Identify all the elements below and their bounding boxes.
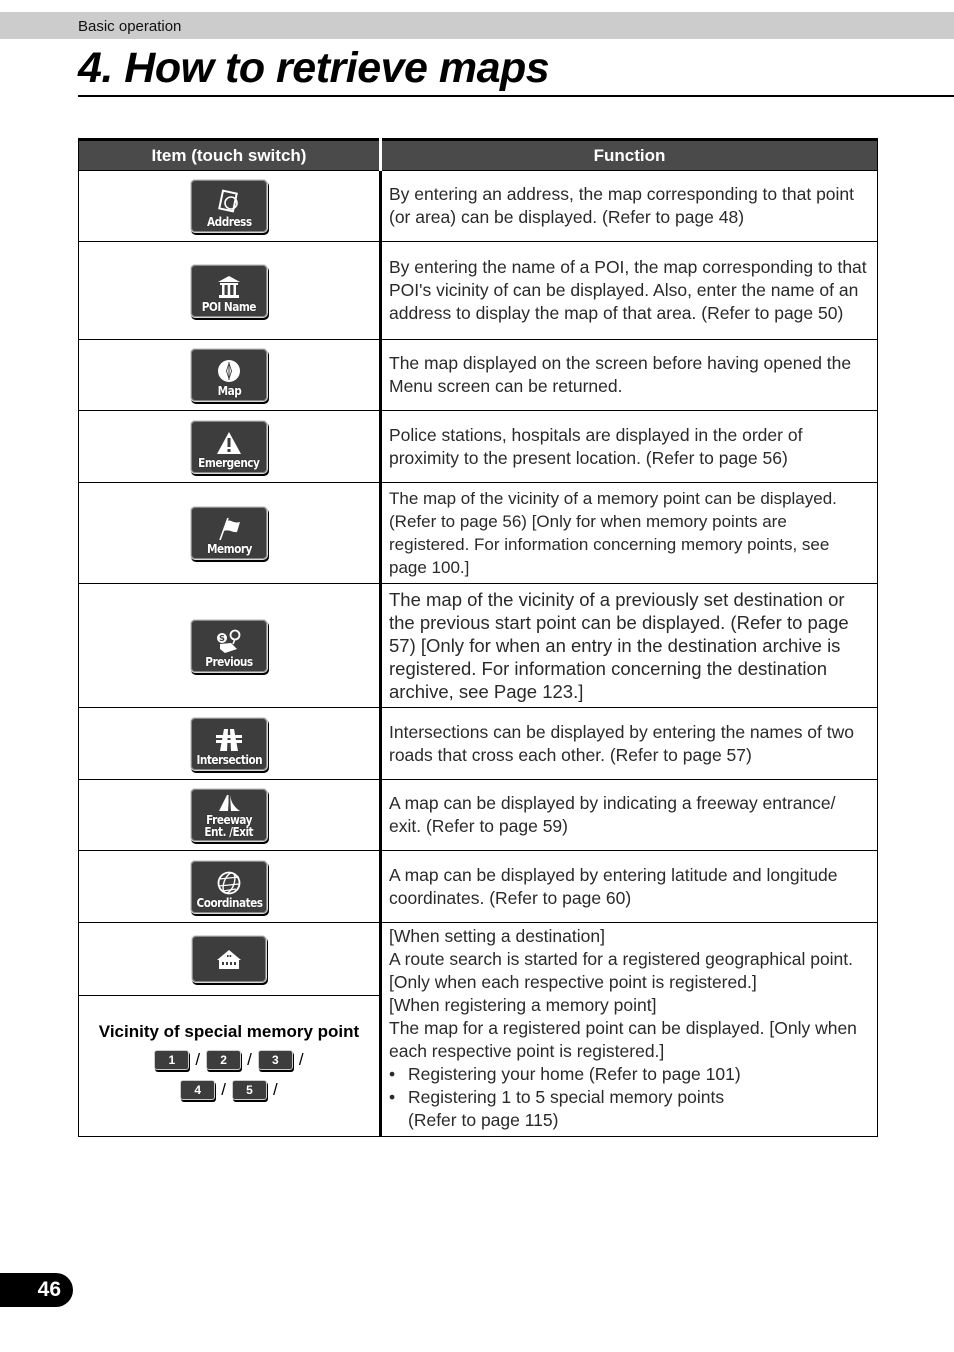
separator: /	[273, 1080, 278, 1099]
flag-icon	[216, 516, 242, 542]
bullet-marker: •	[389, 1087, 396, 1107]
bullet-text: Registering your home (Refer to page 101…	[408, 1064, 741, 1084]
memory-point-5-button[interactable]: 5	[232, 1080, 267, 1100]
table-row: Address By entering an address, the map …	[78, 170, 878, 242]
address-book-icon	[216, 189, 242, 215]
table-row: Intersection Intersections can be displa…	[78, 707, 878, 780]
home-button[interactable]	[191, 935, 267, 983]
compass-icon	[216, 358, 242, 384]
title-rule	[78, 95, 954, 97]
emergency-button-label: Emergency	[198, 455, 260, 470]
column-header-function: Function	[380, 138, 878, 171]
memory-point-3-button[interactable]: 3	[257, 1050, 293, 1070]
function-line: [When setting a destination]	[389, 926, 605, 946]
vicinity-title: Vicinity of special memory point	[98, 1022, 360, 1041]
table-row: [When setting a destination] A route sea…	[78, 921, 878, 1137]
coordinates-button-label: Coordinates	[195, 895, 263, 910]
intersection-icon	[214, 727, 244, 753]
table-row: POI Name By entering the name of a POI, …	[78, 241, 878, 340]
function-description: Police stations, hospitals are displayed…	[380, 410, 878, 483]
function-line: The map for a registered point can be di…	[389, 1018, 857, 1061]
table-row: Emergency Police stations, hospitals are…	[78, 410, 878, 483]
column-header-item: Item (touch switch)	[78, 138, 382, 171]
table-row: Memory The map of the vicinity of a memo…	[78, 482, 878, 584]
function-description: Intersections can be displayed by enteri…	[380, 707, 878, 780]
poi-name-button[interactable]: POI Name	[190, 263, 268, 318]
memory-button-label: Memory	[206, 542, 252, 556]
poi-building-icon	[216, 274, 242, 300]
address-button[interactable]: Address	[190, 179, 268, 233]
table-row: Coordinates A map can be displayed by en…	[78, 850, 878, 923]
function-description: By entering an address, the map correspo…	[380, 170, 878, 242]
bullet-marker: •	[389, 1064, 396, 1084]
separator: /	[221, 1080, 226, 1099]
previous-button-label: Previous	[205, 654, 253, 669]
map-button[interactable]: Map	[190, 348, 268, 402]
warning-icon	[216, 430, 242, 456]
svg-text:S: S	[219, 634, 225, 643]
function-description: The map of the vicinity of a previously …	[380, 583, 878, 708]
previous-destination-icon: S	[215, 629, 243, 655]
function-description: A map can be displayed by entering latit…	[380, 850, 878, 923]
retrieve-maps-table: Item (touch switch) Function Address By …	[78, 138, 878, 1137]
intersection-button-label: Intersection	[196, 752, 262, 767]
memory-button[interactable]: Memory	[190, 506, 268, 560]
section-label: Basic operation	[78, 18, 182, 35]
separator: /	[195, 1050, 201, 1069]
separator: /	[298, 1050, 304, 1069]
memory-point-4-button[interactable]: 4	[180, 1080, 216, 1100]
function-description: The map displayed on the screen before h…	[380, 339, 878, 411]
poi-name-button-label: POI Name	[201, 299, 257, 314]
table-row: S Previous The map of the vicinity of a …	[78, 583, 878, 708]
function-description: By entering the name of a POI, the map c…	[380, 241, 878, 340]
intersection-button[interactable]: Intersection	[190, 716, 268, 771]
separator: /	[247, 1050, 252, 1069]
memory-point-2-button[interactable]: 2	[206, 1050, 242, 1070]
function-line: A route search is started for a register…	[389, 949, 854, 992]
previous-button[interactable]: S Previous	[190, 618, 268, 673]
freeway-entrance-exit-button[interactable]: Freeway Ent. /Exit	[190, 788, 268, 842]
bullet-text: Registering 1 to 5 special memory points…	[408, 1087, 725, 1130]
coordinates-button[interactable]: Coordinates	[190, 859, 268, 914]
table-row: Freeway Ent. /Exit A map can be displaye…	[78, 779, 878, 851]
bullet-item: • Registering 1 to 5 special memory poin…	[389, 1086, 869, 1132]
freeway-button-label-line2: Ent. /Exit	[204, 825, 254, 839]
function-description: A map can be displayed by indicating a f…	[380, 779, 878, 851]
home-icon	[214, 946, 244, 972]
bullet-item: • Registering your home (Refer to page 1…	[389, 1063, 869, 1086]
memory-number-row-2: 4 / 5 /	[79, 1080, 379, 1100]
function-description: The map of the vicinity of a memory poin…	[380, 482, 878, 584]
page-number-text: 46	[37, 1278, 61, 1301]
function-line: [When registering a memory point]	[389, 995, 657, 1015]
page-title: 4. How to retrieve maps	[78, 44, 550, 92]
memory-number-row-1: 1 / 2 / 3 /	[79, 1050, 379, 1070]
address-button-label: Address	[206, 215, 252, 229]
table-header-row: Item (touch switch) Function	[78, 138, 878, 171]
emergency-button[interactable]: Emergency	[190, 419, 268, 474]
globe-icon	[216, 870, 242, 896]
memory-point-1-button[interactable]: 1	[154, 1050, 190, 1070]
freeway-icon	[216, 793, 242, 813]
page-number: 46	[0, 1273, 73, 1307]
map-button-label: Map	[217, 384, 241, 398]
special-memory-function: [When setting a destination] A route sea…	[380, 922, 878, 1137]
table-row: Map The map displayed on the screen befo…	[78, 339, 878, 411]
